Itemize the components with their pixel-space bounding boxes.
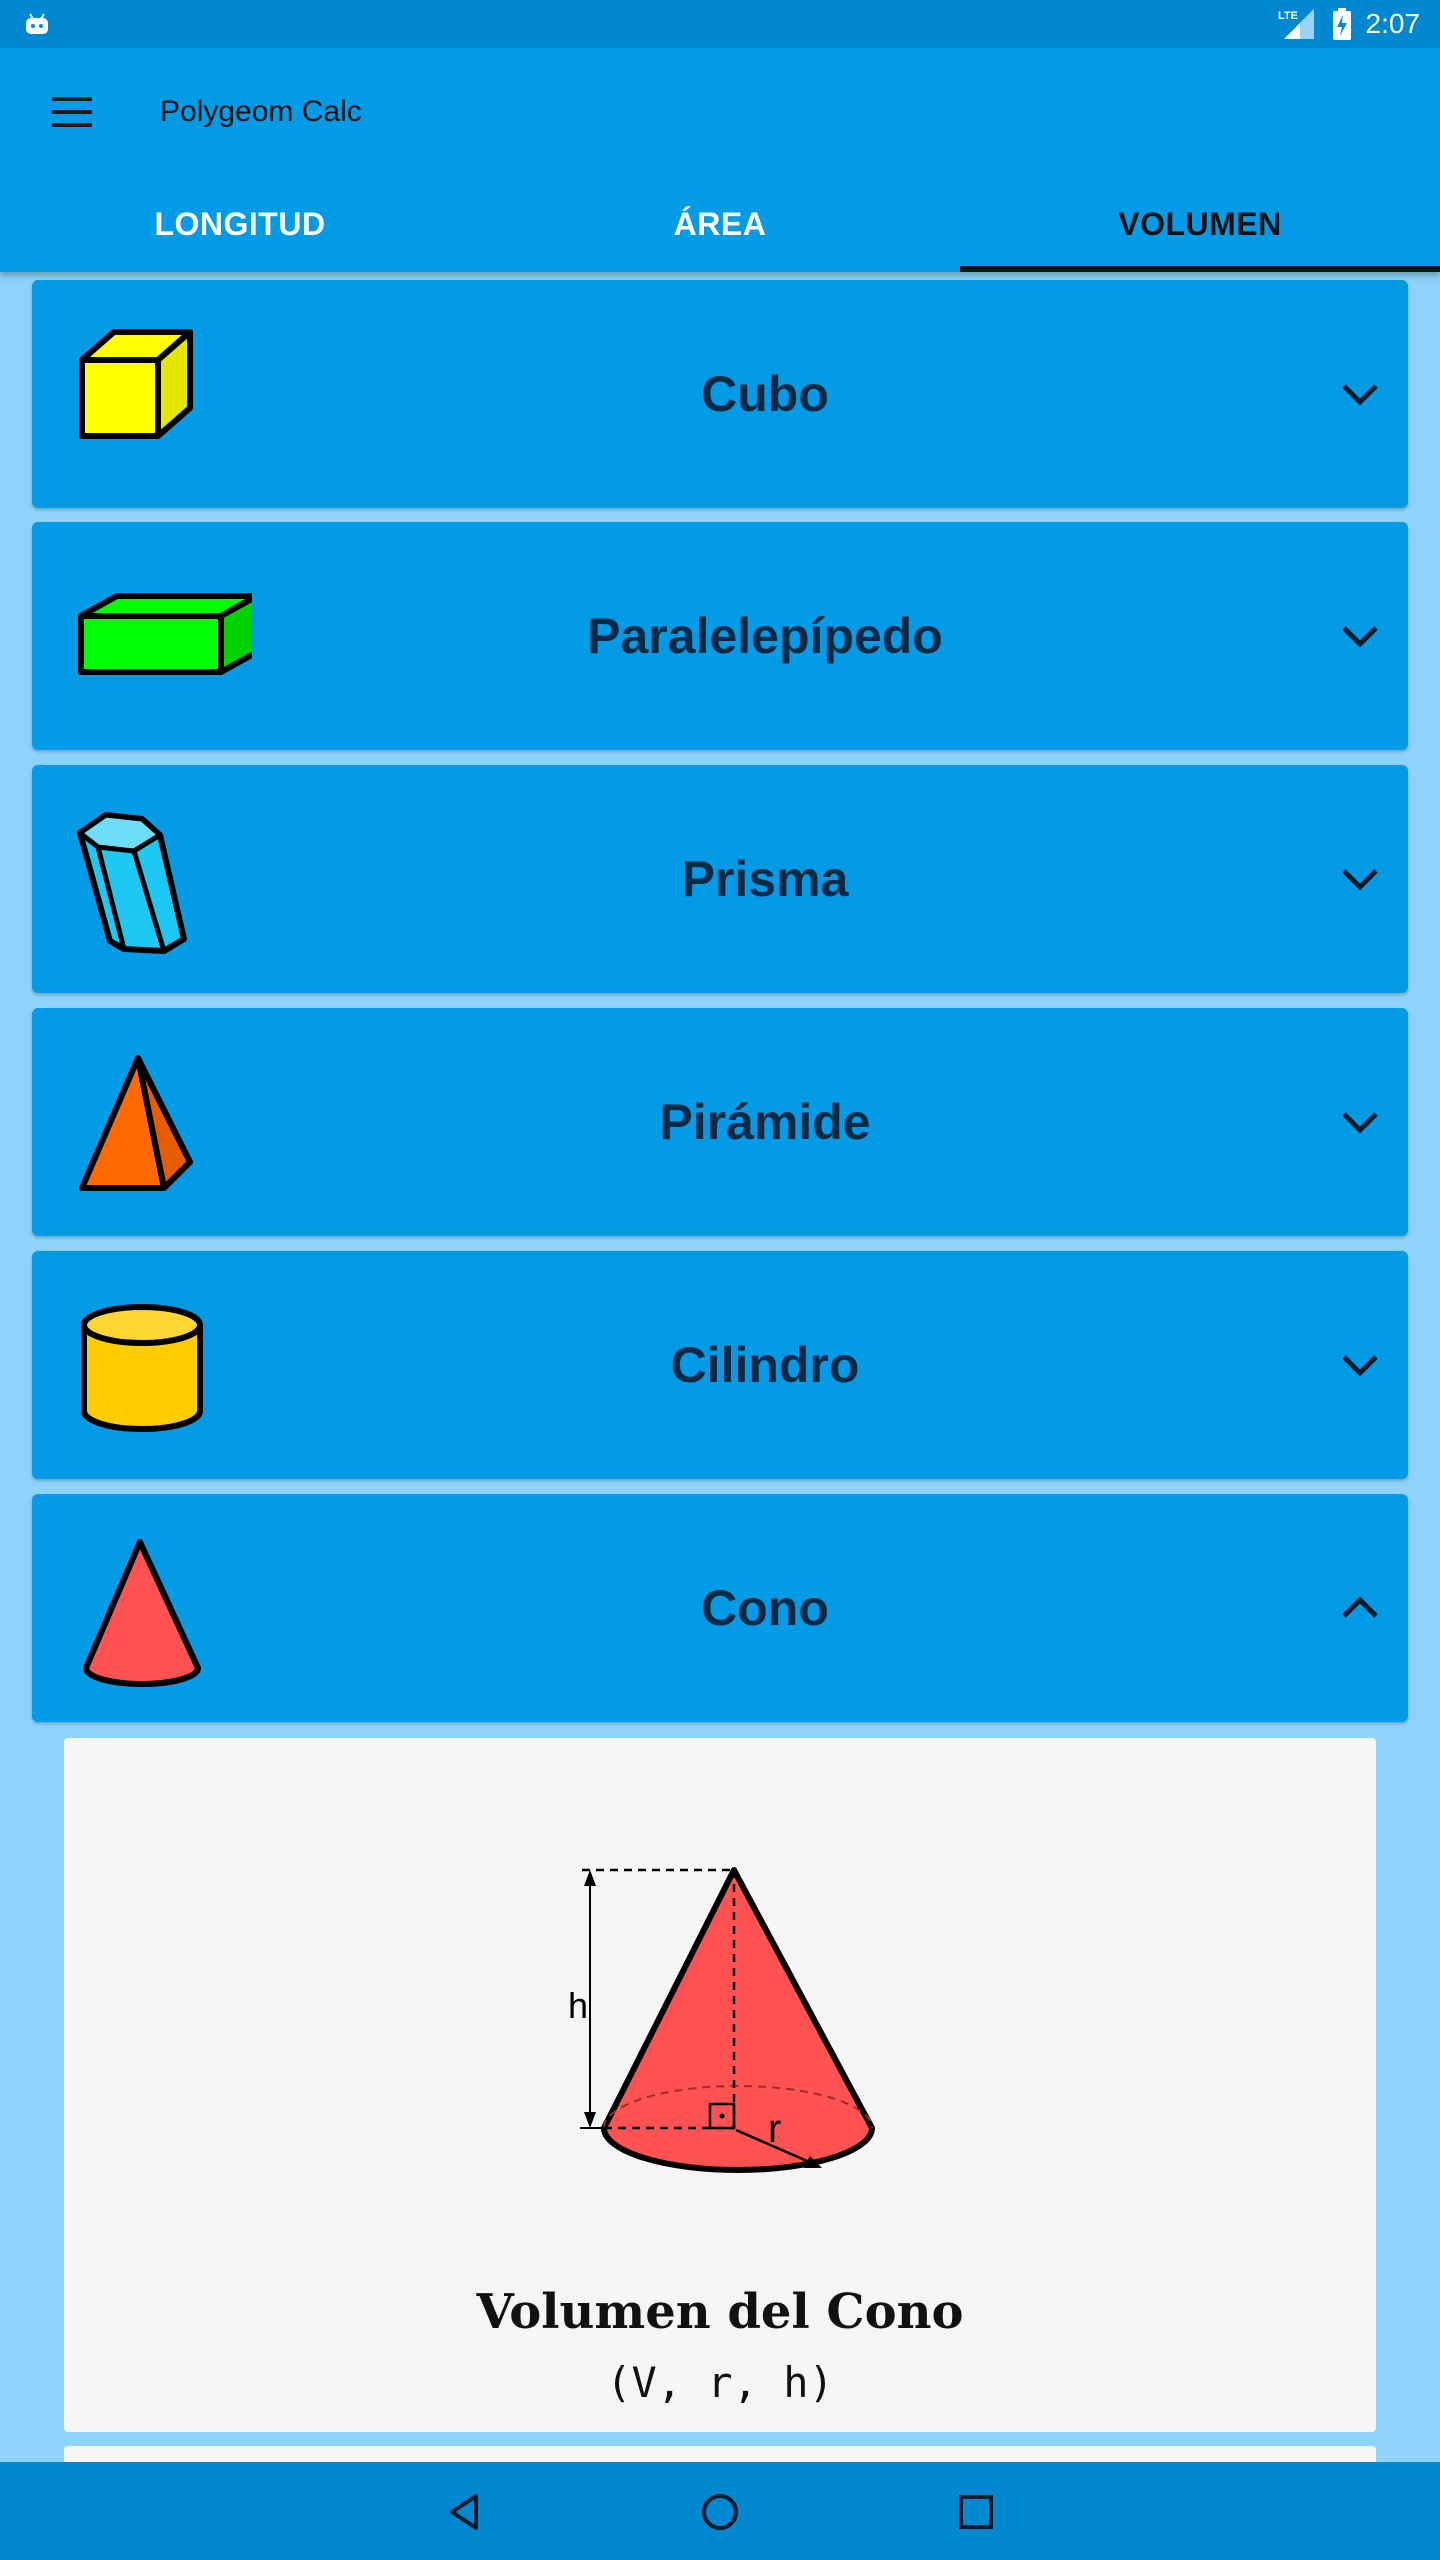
notification-icon xyxy=(26,13,48,34)
home-icon[interactable] xyxy=(690,2482,750,2542)
toolbar: Polygeom Calc xyxy=(0,48,1440,176)
chevron-down-icon[interactable] xyxy=(1330,849,1390,909)
shape-label: Cono xyxy=(701,1580,829,1636)
system-nav-bar xyxy=(0,2462,1440,2560)
recents-icon[interactable] xyxy=(946,2482,1006,2542)
chevron-down-icon[interactable] xyxy=(1330,1092,1390,1152)
active-tab-indicator xyxy=(960,266,1440,272)
shape-label: Cilindro xyxy=(670,1337,860,1393)
shape-label: Paralelepípedo xyxy=(587,608,943,664)
shape-card-cono[interactable]: Cono xyxy=(32,1494,1408,1722)
chevron-down-icon[interactable] xyxy=(1330,606,1390,666)
chevron-down-icon[interactable] xyxy=(1330,364,1390,424)
cone-diagram: h r xyxy=(568,1867,875,2173)
shape-card-cilindro[interactable]: Cilindro xyxy=(32,1251,1408,1479)
status-time: 2:07 xyxy=(1365,8,1421,39)
shape-card-cubo[interactable]: Cubo xyxy=(32,280,1408,508)
chevron-up-icon[interactable] xyxy=(1330,1578,1390,1638)
shape-label: Pirámide xyxy=(659,1094,871,1150)
shape-label: Prisma xyxy=(681,851,849,907)
tab-bar: LONGITUD ÁREA VOLUMEN xyxy=(0,176,1440,272)
status-bar: LTE 2:07 xyxy=(0,0,1440,48)
svg-text:LTE: LTE xyxy=(1278,10,1298,22)
tab-volumen[interactable]: VOLUMEN xyxy=(960,176,1440,272)
lte-signal-icon: LTE xyxy=(1278,9,1314,39)
app-title: Polygeom Calc xyxy=(160,95,362,128)
battery-charging-icon xyxy=(1332,8,1351,40)
chevron-down-icon[interactable] xyxy=(1330,1335,1390,1395)
radius-label: r xyxy=(768,2107,781,2151)
shape-card-piramide[interactable]: Pirámide xyxy=(32,1008,1408,1236)
height-label: h xyxy=(568,1985,588,2026)
tab-longitud[interactable]: LONGITUD xyxy=(0,176,480,272)
shape-label: Cubo xyxy=(701,366,829,422)
shape-card-paralelepipedo[interactable]: Paralelepípedo xyxy=(32,522,1408,750)
back-icon[interactable] xyxy=(434,2482,494,2542)
hamburger-menu-icon[interactable] xyxy=(52,97,92,127)
cone-detail-panel: h r Volumen del Cono (V, r, h) xyxy=(64,1738,1376,2432)
tab-area[interactable]: ÁREA xyxy=(480,176,960,272)
app-bar: Polygeom Calc LONGITUD ÁREA VOLUMEN xyxy=(0,48,1440,272)
shape-card-prisma[interactable]: Prisma xyxy=(32,765,1408,993)
detail-formula: (V, r, h) xyxy=(606,2358,834,2407)
detail-title: Volumen del Cono xyxy=(476,2284,964,2340)
